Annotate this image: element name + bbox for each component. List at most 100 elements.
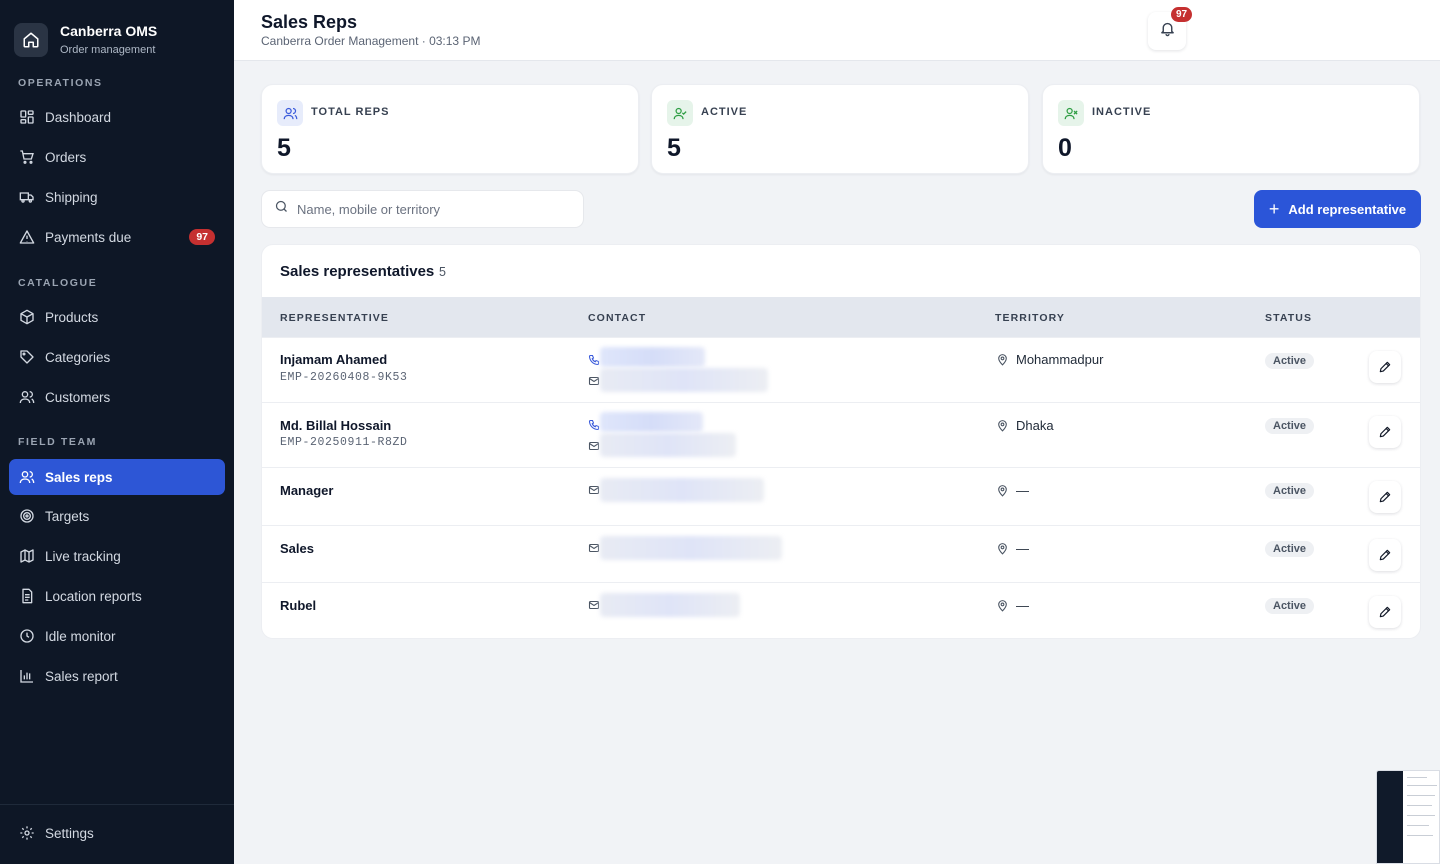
sidebar-item-categories[interactable]: Categories bbox=[9, 339, 225, 375]
home-icon[interactable] bbox=[14, 22, 48, 57]
thumbnail-line bbox=[1407, 795, 1435, 796]
thumbnail-sidebar bbox=[1377, 771, 1403, 863]
column-header-status: STATUS bbox=[1265, 312, 1313, 324]
status-badge: Active bbox=[1265, 418, 1315, 434]
section-label-catalogue: CATALOGUE bbox=[18, 277, 98, 289]
sidebar-item-label: Sales reps bbox=[45, 469, 113, 485]
table-row[interactable]: Md. Billal Hossain EMP-20250911-R8ZD Dha… bbox=[262, 402, 1420, 467]
rep-name: Rubel bbox=[280, 598, 317, 613]
sidebar-item-customers[interactable]: Customers bbox=[9, 379, 225, 415]
sidebar-item-targets[interactable]: Targets bbox=[9, 498, 225, 534]
section-label-operations: OPERATIONS bbox=[18, 77, 103, 89]
brand: Canberra OMS Order management bbox=[0, 0, 234, 62]
sidebar-item-products[interactable]: Products bbox=[9, 299, 225, 335]
page-subtitle: Canberra Order Management · 03:13 PM bbox=[261, 34, 481, 48]
mail-icon bbox=[588, 376, 600, 386]
sidebar-item-label: Customers bbox=[45, 389, 111, 405]
email-redacted bbox=[600, 433, 736, 457]
sidebar-item-shipping[interactable]: Shipping bbox=[9, 179, 225, 215]
phone-redacted bbox=[600, 412, 703, 432]
edit-button[interactable] bbox=[1369, 351, 1401, 383]
table-row[interactable]: Manager — Active bbox=[262, 467, 1420, 525]
map-pin-icon bbox=[998, 354, 1007, 366]
email-redacted bbox=[600, 478, 764, 502]
column-header-representative: REPRESENTATIVE bbox=[280, 312, 389, 324]
territory-label: — bbox=[1016, 483, 1029, 498]
territory: Dhaka bbox=[996, 418, 1054, 433]
rep-name: Injamam Ahamed bbox=[280, 352, 388, 367]
sidebar-item-live-tracking[interactable]: Live tracking bbox=[9, 538, 225, 574]
notification-badge: 97 bbox=[1171, 7, 1193, 22]
sidebar-item-orders[interactable]: Orders bbox=[9, 139, 225, 175]
pencil-icon bbox=[1379, 491, 1391, 503]
sidebar-item-location-reports[interactable]: Location reports bbox=[9, 578, 225, 614]
gear-icon bbox=[18, 824, 36, 842]
pencil-icon bbox=[1379, 606, 1391, 618]
thumbnail-line bbox=[1407, 815, 1435, 816]
map-pin-icon bbox=[998, 420, 1007, 432]
sidebar-item-dashboard[interactable]: Dashboard bbox=[9, 99, 225, 135]
edit-button[interactable] bbox=[1369, 416, 1401, 448]
section-label-field-team: FIELD TEAM bbox=[18, 436, 97, 448]
plus-icon: + bbox=[1268, 199, 1280, 219]
add-representative-button[interactable]: + Add representative bbox=[1254, 190, 1421, 228]
column-header-territory: TERRITORY bbox=[995, 312, 1065, 324]
territory: — bbox=[996, 483, 1029, 498]
bar-chart-icon bbox=[18, 667, 36, 685]
rep-employee-id: EMP-20250911-R8ZD bbox=[280, 436, 408, 449]
territory-label: Mohammadpur bbox=[1016, 352, 1104, 367]
thumbnail-line bbox=[1407, 785, 1437, 786]
sidebar-item-label: Live tracking bbox=[45, 548, 121, 564]
email-redacted bbox=[600, 368, 768, 392]
sidebar-item-settings[interactable]: Settings bbox=[9, 815, 225, 851]
clock-icon bbox=[18, 627, 36, 645]
sidebar-item-idle-monitor[interactable]: Idle monitor bbox=[9, 618, 225, 654]
tag-icon bbox=[18, 348, 36, 366]
table-header: REPRESENTATIVE CONTACT TERRITORY STATUS bbox=[262, 297, 1420, 337]
table-row[interactable]: Rubel — Active bbox=[262, 582, 1420, 638]
stat-label: ACTIVE bbox=[701, 106, 748, 118]
table-row[interactable]: Injamam Ahamed EMP-20260408-9K53 Mohamma… bbox=[262, 337, 1420, 402]
search-input[interactable] bbox=[297, 201, 567, 217]
app-name: Canberra OMS bbox=[60, 23, 158, 39]
stat-label: INACTIVE bbox=[1092, 106, 1152, 118]
users-icon bbox=[18, 388, 36, 406]
sidebar-divider bbox=[0, 804, 234, 805]
status-badge: Active bbox=[1265, 483, 1315, 499]
sidebar-item-label: Products bbox=[45, 309, 99, 325]
stat-card-total-reps: TOTAL REPS 5 bbox=[261, 84, 639, 174]
search-box[interactable] bbox=[261, 190, 584, 228]
stat-card-active: ACTIVE 5 bbox=[651, 84, 1029, 174]
warning-icon bbox=[18, 228, 36, 246]
truck-icon bbox=[18, 188, 36, 206]
user-check-icon bbox=[667, 100, 693, 126]
phone-icon bbox=[588, 419, 600, 431]
sidebar-item-label: Categories bbox=[45, 349, 111, 365]
sidebar-item-sales-reps[interactable]: Sales reps bbox=[9, 459, 225, 495]
sidebar-item-label: Sales report bbox=[45, 668, 118, 684]
sidebar-item-sales-report[interactable]: Sales report bbox=[9, 658, 225, 694]
map-icon bbox=[18, 547, 36, 565]
territory-label: Dhaka bbox=[1016, 418, 1054, 433]
status-badge: Active bbox=[1265, 598, 1315, 614]
thumbnail-line bbox=[1407, 825, 1429, 826]
edit-button[interactable] bbox=[1369, 596, 1401, 628]
sidebar-item-label: Dashboard bbox=[45, 109, 112, 125]
rep-name: Sales bbox=[280, 541, 314, 556]
pencil-icon bbox=[1379, 426, 1391, 438]
territory-label: — bbox=[1016, 541, 1029, 556]
sidebar-item-label: Orders bbox=[45, 149, 87, 165]
edit-button[interactable] bbox=[1369, 481, 1401, 513]
pencil-icon bbox=[1379, 361, 1391, 373]
thumbnail-line bbox=[1407, 805, 1432, 806]
edit-button[interactable] bbox=[1369, 539, 1401, 571]
status-badge: Active bbox=[1265, 353, 1315, 369]
table-row[interactable]: Sales — Active bbox=[262, 525, 1420, 582]
phone-icon bbox=[588, 354, 600, 366]
sidebar-item-payments-due[interactable]: Payments due 97 bbox=[9, 219, 225, 255]
stat-value: 5 bbox=[277, 134, 291, 162]
table-title: Sales representatives bbox=[280, 263, 435, 280]
screenshot-thumbnail[interactable] bbox=[1376, 770, 1440, 864]
status-badge: Active bbox=[1265, 541, 1315, 557]
mail-icon bbox=[588, 543, 600, 553]
